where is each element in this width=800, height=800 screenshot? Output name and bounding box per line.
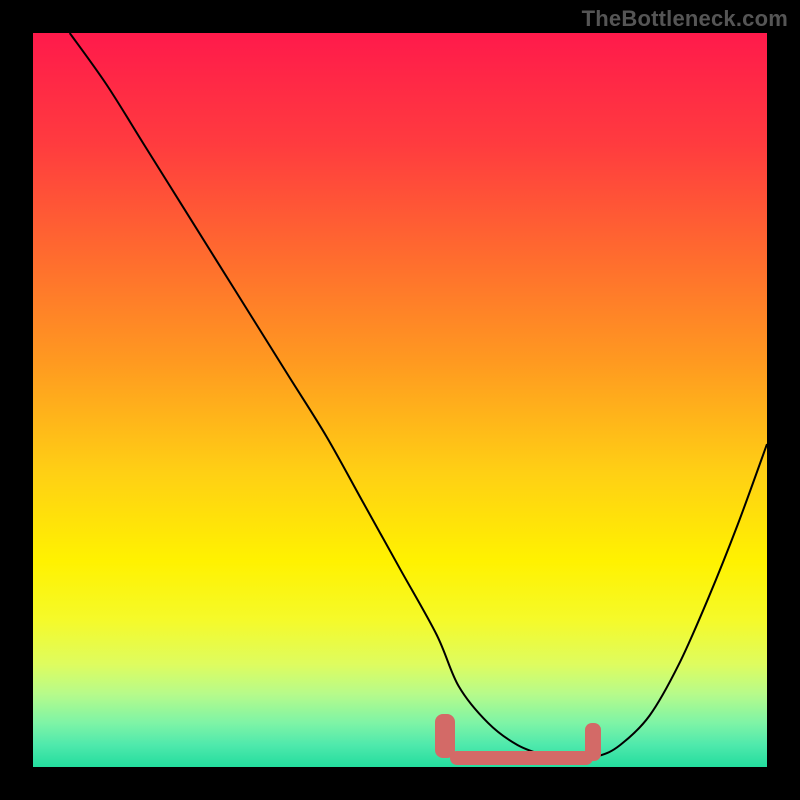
bottleneck-curve [33, 33, 767, 767]
chart-plot-area [33, 33, 767, 767]
watermark-text: TheBottleneck.com [582, 6, 788, 32]
optimal-marker [585, 723, 601, 761]
optimal-marker [450, 751, 593, 765]
